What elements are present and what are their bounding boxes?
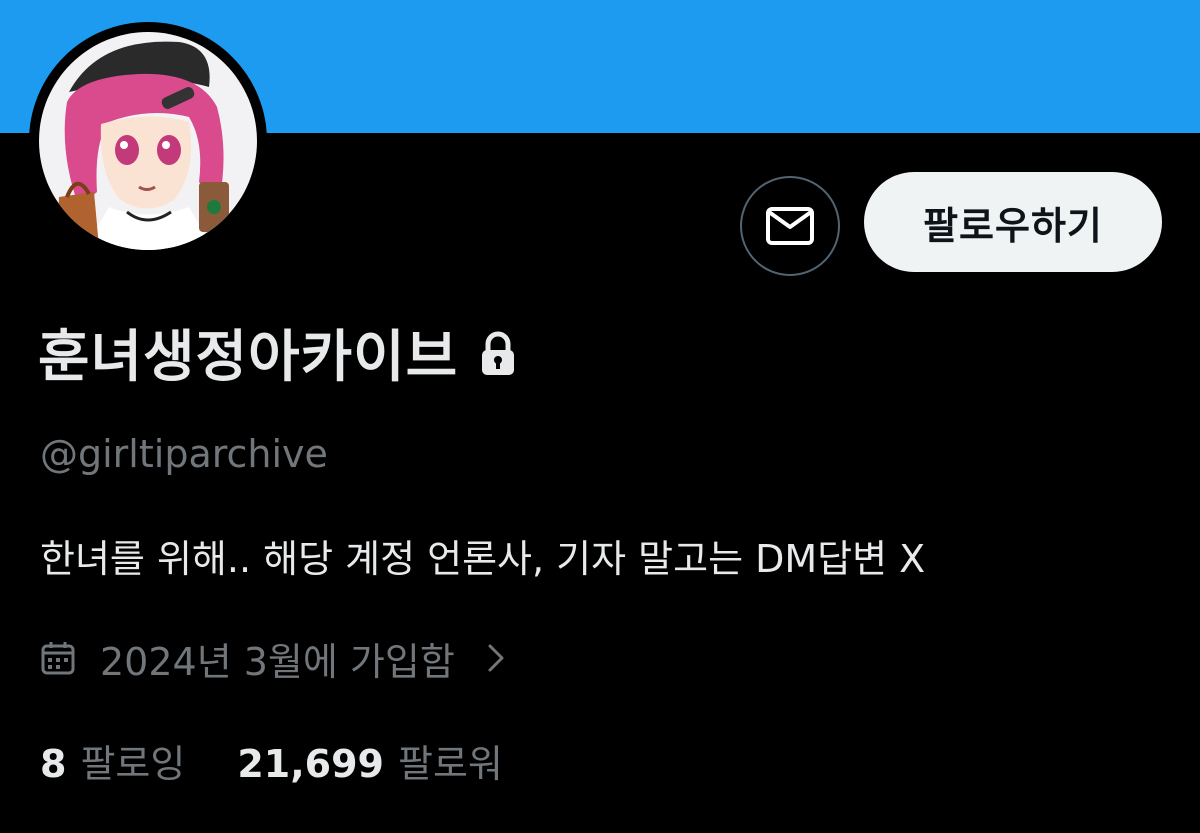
lock-icon: [478, 327, 522, 377]
calendar-icon: [41, 642, 75, 675]
profile-avatar[interactable]: [29, 22, 267, 260]
avatar-illustration: [39, 32, 257, 250]
follow-button[interactable]: 팔로우하기: [864, 172, 1162, 272]
chevron-right-icon: [488, 644, 504, 672]
followers-count: 21,699: [237, 741, 384, 786]
followers-link[interactable]: 21,699 팔로워: [237, 733, 503, 788]
display-name-row: 훈녀생정아카이브: [38, 312, 522, 392]
following-label: 팔로잉: [80, 741, 186, 786]
profile-handle: @girltiparchive: [40, 432, 328, 476]
following-count: 8: [40, 741, 67, 786]
joined-date-row[interactable]: 2024년 3월에 가입함: [40, 630, 507, 686]
followers-label: 팔로워: [397, 741, 503, 786]
following-link[interactable]: 8 팔로잉: [40, 733, 185, 788]
message-button[interactable]: [740, 176, 840, 276]
envelope-icon: [766, 207, 814, 245]
display-name: 훈녀생정아카이브: [38, 324, 459, 390]
profile-bio: 한녀를 위해.. 해당 계정 언론사, 기자 말고는 DM답변 X: [40, 537, 926, 581]
joined-date-text: 2024년 3월에 가입함: [100, 639, 455, 684]
follow-stats: 8 팔로잉 21,699 팔로워: [40, 732, 503, 788]
